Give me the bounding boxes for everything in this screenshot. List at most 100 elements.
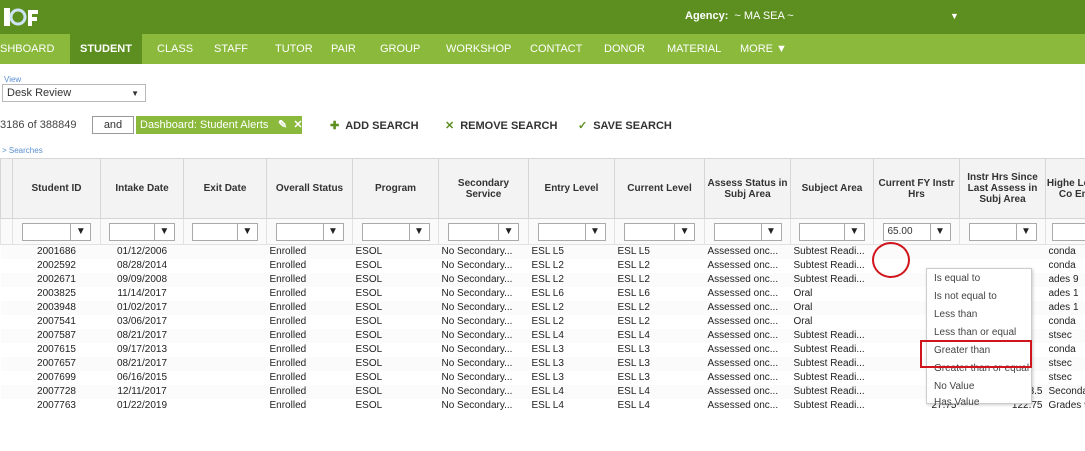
filter-input[interactable]: ▼ <box>447 222 520 241</box>
column-header-exit-date[interactable]: Exit Date <box>183 158 267 219</box>
filter-icon[interactable]: ▼ <box>929 223 950 240</box>
nav-class[interactable]: CLASS <box>157 34 193 64</box>
nav-pair[interactable]: PAIR <box>331 34 356 64</box>
column-header-current-level[interactable]: Current Level <box>614 158 705 219</box>
table-cell: ESOL <box>352 356 439 371</box>
table-cell: 08/21/2017 <box>100 356 184 371</box>
view-select[interactable]: Desk Review ▼ <box>2 84 146 102</box>
nav-tutor[interactable]: TUTOR <box>275 34 313 64</box>
agency-dropdown-icon[interactable]: ▼ <box>950 11 959 21</box>
add-search-button[interactable]: ✚ ADD SEARCH <box>330 119 419 132</box>
table-cell: ESL L2 <box>617 260 650 271</box>
menu-item-has-value[interactable]: Has Value <box>934 397 979 408</box>
table-row[interactable]: 2003948 01/02/2017 Enrolled ESOL No Secondar… <box>0 300 1085 315</box>
column-header-overall-status[interactable]: Overall Status <box>266 158 353 219</box>
searches-link[interactable]: > Searches <box>2 146 43 155</box>
filter-icon[interactable]: ▼ <box>70 223 90 240</box>
filter-icon[interactable]: ▼ <box>498 223 518 240</box>
table-cell: ESL L4 <box>617 400 650 411</box>
filter-icon[interactable]: ▼ <box>674 223 694 240</box>
menu-item-is-not-equal-to[interactable]: Is not equal to <box>934 291 997 302</box>
nav-material[interactable]: MATERIAL <box>667 34 721 64</box>
filter-input[interactable]: ▼ <box>275 222 344 241</box>
column-header-program[interactable]: Program <box>352 158 439 219</box>
table-cell <box>183 300 267 315</box>
table-cell: 06/16/2015 <box>116 372 168 383</box>
nav-dashboard[interactable]: SHBOARD <box>0 34 54 64</box>
table-row[interactable]: 2007728 12/11/2017 Enrolled ESOL No Secondar… <box>0 384 1085 399</box>
table-cell: 2007763 <box>37 400 76 411</box>
nav-workshop[interactable]: WORKSHOP <box>446 34 511 64</box>
filter-icon[interactable]: ▼ <box>584 223 605 240</box>
column-header-subject-area[interactable]: Subject Area <box>790 158 874 219</box>
table-cell: Subtest Readi... <box>793 372 865 383</box>
table-cell: Enrolled <box>266 356 353 371</box>
table-cell: Assessed onc... <box>704 384 791 399</box>
column-header-entry-level[interactable]: Entry Level <box>528 158 615 219</box>
nav-group[interactable]: GROUP <box>380 34 420 64</box>
column-header-intake-date[interactable]: Intake Date <box>100 158 184 219</box>
table-cell: Assessed onc... <box>707 344 779 355</box>
filter-icon[interactable]: ▼ <box>236 223 257 240</box>
menu-item-no-value[interactable]: No Value <box>934 381 974 392</box>
menu-item-is-equal-to[interactable]: Is equal to <box>934 273 980 284</box>
filter-input[interactable]: ▼ <box>713 222 782 241</box>
search-conjunction-select[interactable]: and <box>92 116 134 134</box>
save-search-button[interactable]: ✓ SAVE SEARCH <box>578 119 672 132</box>
table-cell: Enrolled <box>269 400 307 411</box>
filter-input[interactable]: ▼ <box>799 222 865 241</box>
table-row[interactable]: 2002671 09/09/2008 Enrolled ESOL No Secondar… <box>0 272 1085 287</box>
filter-input[interactable] <box>1051 222 1085 241</box>
column-header-student-id[interactable]: Student ID <box>12 158 101 219</box>
table-cell: ESL L4 <box>528 328 615 343</box>
column-header-highest-level[interactable]: Highe Level Co Ent <box>1045 158 1085 219</box>
table-cell: stsec <box>1045 356 1085 371</box>
table-cell: No Secondary... <box>438 384 529 399</box>
table-cell: ESL L3 <box>531 344 564 355</box>
table-row[interactable]: 2007699 06/16/2015 Enrolled ESOL No Secondar… <box>1 371 1085 385</box>
column-header-secondary-service[interactable]: Secondary Service <box>438 158 529 219</box>
column-header-current-fy-instr-hrs[interactable]: Current FY Instr Hrs <box>873 158 960 219</box>
table-cell: No Secondary... <box>441 260 513 271</box>
filter-input[interactable]: ▼ <box>361 222 430 241</box>
close-icon[interactable]: ✕ <box>293 119 302 131</box>
agency-selector[interactable]: Agency: ~ MA SEA ~ <box>685 10 794 22</box>
table-cell <box>959 244 1046 259</box>
nav-student[interactable]: STUDENT <box>70 34 142 64</box>
menu-item-less-than[interactable]: Less than <box>934 309 977 320</box>
menu-item-less-than-or-equal[interactable]: Less than or equal <box>934 327 1016 338</box>
nav-staff[interactable]: STAFF <box>214 34 248 64</box>
table-row[interactable]: 2003825 11/14/2017 Enrolled ESOL No Secondar… <box>1 287 1085 301</box>
table-cell: Assessed onc... <box>707 260 779 271</box>
table-row[interactable]: 2001686 01/12/2006 Enrolled ESOL No Secondar… <box>0 244 1085 259</box>
filter-icon[interactable]: ▼ <box>760 223 781 240</box>
filter-icon[interactable]: ▼ <box>1015 223 1036 240</box>
table-cell: Enrolled <box>269 288 307 299</box>
column-header-instr-hrs-since-assess[interactable]: Instr Hrs Since Last Assess in Subj Area <box>959 158 1046 219</box>
table-row[interactable]: 2007763 01/22/2019 Enrolled ESOL No Secondar… <box>1 399 1085 413</box>
filter-icon[interactable]: ▼ <box>153 223 174 240</box>
pencil-icon[interactable]: ✎ <box>278 119 287 131</box>
nav-more[interactable]: MORE ▼ <box>740 34 787 64</box>
app-logo[interactable] <box>2 5 46 29</box>
column-header-assess-status[interactable]: Assess Status in Subj Area <box>704 158 791 219</box>
filter-icon[interactable]: ▼ <box>408 223 429 240</box>
current-fy-filter-input[interactable]: 65.00 ▼ <box>882 222 951 241</box>
filter-icon[interactable]: ▼ <box>322 223 343 240</box>
filter-input[interactable]: ▼ <box>109 222 175 241</box>
row-gutter-cell <box>0 300 13 315</box>
table-cell: 11/14/2017 <box>117 288 167 299</box>
filter-input[interactable]: ▼ <box>192 222 258 241</box>
nav-donor[interactable]: DONOR <box>604 34 645 64</box>
table-cell: Assessed onc... <box>707 372 779 383</box>
table-cell: Assessed onc... <box>707 288 779 299</box>
filter-icon[interactable]: ▼ <box>843 223 864 240</box>
table-row[interactable]: 2007541 03/06/2017 Enrolled ESOL No Secondar… <box>1 315 1085 329</box>
filter-input[interactable]: ▼ <box>21 222 92 241</box>
table-row[interactable]: 2002592 08/28/2014 Enrolled ESOL No Secondar… <box>1 259 1085 273</box>
nav-contact[interactable]: CONTACT <box>530 34 582 64</box>
filter-input[interactable]: ▼ <box>537 222 606 241</box>
filter-input[interactable]: ▼ <box>623 222 696 241</box>
remove-search-button[interactable]: ✕ REMOVE SEARCH <box>445 119 557 132</box>
filter-input[interactable]: ▼ <box>968 222 1037 241</box>
